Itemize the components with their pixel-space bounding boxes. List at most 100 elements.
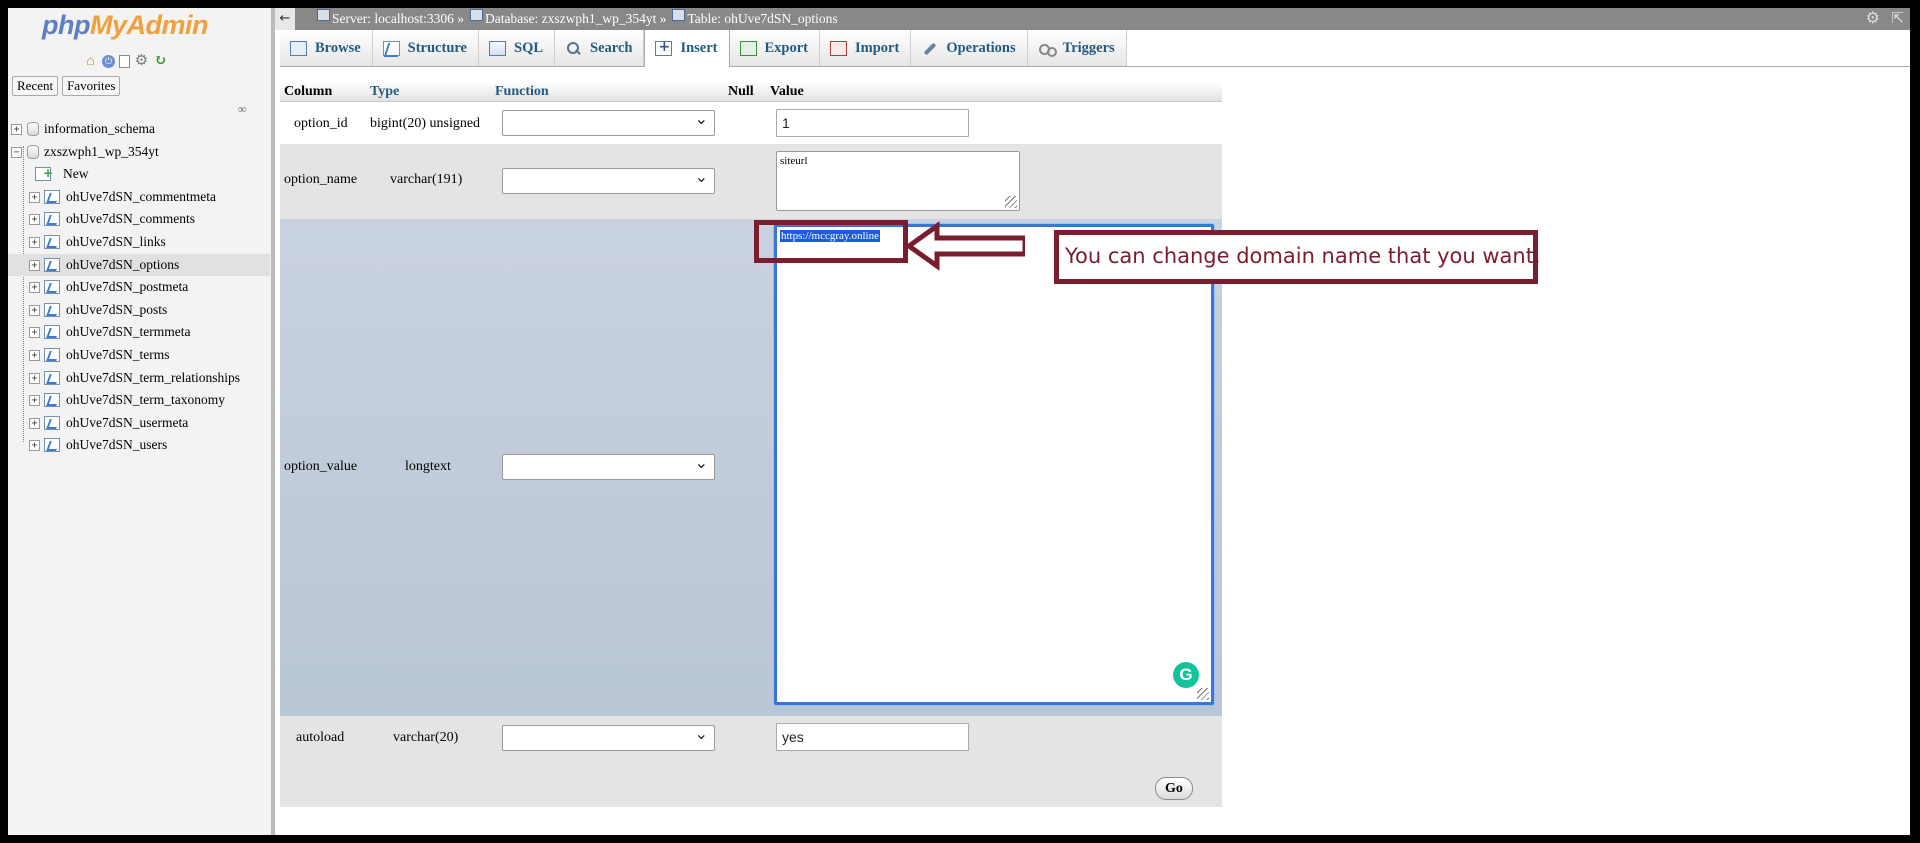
header-type[interactable]: Type — [370, 82, 399, 102]
table-icon — [44, 347, 60, 362]
go-button[interactable]: Go — [1155, 777, 1193, 800]
tab-structure[interactable]: Structure — [372, 30, 479, 66]
tree-new-table[interactable]: New — [8, 162, 270, 186]
value-textarea-option-name[interactable]: siteurl — [776, 151, 1020, 211]
structure-icon — [382, 40, 400, 56]
database-icon — [469, 9, 483, 21]
header-function[interactable]: Function — [495, 82, 549, 102]
tree-table-label[interactable]: ohUve7dSN_term_taxonomy — [66, 389, 225, 411]
home-icon[interactable]: ⌂ — [83, 54, 98, 69]
tree-db-zxszwph1[interactable]: − zxszwph1_wp_354yt — [8, 141, 270, 164]
tree-table[interactable]: + ohUve7dSN_posts — [8, 299, 270, 322]
table-icon — [44, 393, 60, 408]
tree-table[interactable]: + ohUve7dSN_links — [8, 231, 270, 254]
browse-icon — [290, 40, 307, 56]
form-row-option-value: option_value longtext https://mccgray.on… — [280, 219, 1222, 716]
expand-icon[interactable]: + — [29, 236, 40, 248]
value-input-autoload[interactable]: yes — [776, 723, 969, 751]
table-icon — [44, 212, 60, 227]
tree-table[interactable]: + ohUve7dSN_terms — [8, 344, 270, 367]
tree-db-information-schema[interactable]: + information_schema — [8, 118, 270, 141]
resize-handle-icon[interactable] — [1197, 688, 1209, 700]
table-icon — [44, 280, 60, 295]
tree-table[interactable]: + ohUve7dSN_comments — [8, 208, 270, 231]
expand-icon[interactable]: + — [11, 124, 22, 135]
tree-table-label[interactable]: ohUve7dSN_users — [66, 434, 167, 456]
tree-table[interactable]: + ohUve7dSN_commentmeta — [8, 186, 270, 209]
documentation-icon[interactable] — [119, 55, 130, 68]
expand-icon[interactable]: + — [29, 349, 40, 361]
form-row-option-id: option_id bigint(20) unsigned 1 — [280, 103, 1222, 144]
tab-label: Operations — [946, 39, 1016, 56]
favorites-tab[interactable]: Favorites — [62, 76, 121, 96]
expand-icon[interactable]: + — [29, 259, 40, 271]
tab-label: Export — [764, 39, 809, 56]
tree-table[interactable]: + ohUve7dSN_users — [8, 434, 270, 457]
expand-icon[interactable]: + — [29, 417, 40, 429]
tree-table[interactable]: + ohUve7dSN_postmeta — [8, 276, 270, 299]
tree-table[interactable]: + ohUve7dSN_usermeta — [8, 412, 270, 435]
value-textarea-option-value[interactable]: https://mccgray.online G — [774, 224, 1214, 705]
tab-insert[interactable]: Insert — [644, 30, 730, 67]
expand-icon[interactable]: + — [29, 282, 40, 294]
recent-tab[interactable]: Recent — [12, 76, 59, 96]
breadcrumb-database[interactable]: Database: zxszwph1_wp_354yt » — [485, 9, 666, 29]
tree-table-label[interactable]: ohUve7dSN_postmeta — [66, 276, 188, 298]
tree-table-label[interactable]: ohUve7dSN_term_relationships — [66, 367, 240, 389]
tab-import[interactable]: Import — [820, 30, 912, 66]
tab-export[interactable]: Export — [729, 30, 821, 66]
tree-table[interactable]: + ohUve7dSN_term_taxonomy — [8, 389, 270, 412]
tree-table-label[interactable]: ohUve7dSN_usermeta — [66, 412, 188, 434]
breadcrumb-table[interactable]: Table: ohUve7dSN_options — [687, 9, 837, 29]
tree-table-label[interactable]: ohUve7dSN_termmeta — [66, 321, 190, 343]
function-select[interactable] — [502, 109, 715, 136]
expand-icon[interactable]: + — [29, 304, 40, 316]
tree-table-label[interactable]: ohUve7dSN_commentmeta — [66, 186, 216, 208]
grammarly-icon[interactable]: G — [1173, 662, 1199, 688]
reload-icon[interactable]: ↻ — [153, 54, 168, 69]
tree-db-label[interactable]: zxszwph1_wp_354yt — [44, 141, 159, 163]
tree-table-label[interactable]: ohUve7dSN_posts — [66, 299, 167, 321]
function-select[interactable] — [502, 167, 715, 194]
column-type: varchar(191) — [390, 172, 463, 187]
logout-icon[interactable]: ⏻ — [102, 55, 115, 68]
page-settings-gear-icon[interactable]: ⚙ — [1866, 8, 1880, 28]
resize-handle-icon[interactable] — [1005, 196, 1017, 208]
tree-table-label[interactable]: ohUve7dSN_comments — [66, 208, 195, 230]
tab-sql[interactable]: SQL — [479, 30, 556, 66]
breadcrumb-server[interactable]: Server: localhost:3306 » — [332, 9, 464, 29]
tree-table-label[interactable]: ohUve7dSN_terms — [66, 344, 170, 366]
tree-new-label[interactable]: New — [63, 163, 89, 185]
function-select[interactable] — [502, 724, 715, 751]
link-with-main-panel-icon[interactable]: ∞ — [238, 102, 247, 117]
tab-browse[interactable]: Browse — [280, 30, 373, 66]
tab-triggers[interactable]: Triggers — [1027, 30, 1127, 66]
expand-icon[interactable]: + — [29, 191, 40, 203]
expand-icon[interactable]: + — [29, 440, 40, 452]
phpmyadmin-logo[interactable]: phpMyAdmin — [42, 10, 208, 41]
tree-db-label[interactable]: information_schema — [44, 118, 155, 140]
expand-icon[interactable]: + — [29, 395, 40, 407]
collapse-icon[interactable]: − — [11, 146, 22, 158]
collapse-nav-arrow-icon[interactable]: ← — [275, 8, 295, 30]
column-type: longtext — [405, 459, 451, 474]
expand-icon[interactable]: + — [29, 372, 40, 384]
tree-table-active[interactable]: + ohUve7dSN_options — [8, 253, 270, 277]
tab-search[interactable]: Search — [555, 30, 645, 66]
expand-icon[interactable]: + — [29, 327, 40, 339]
tree-table[interactable]: + ohUve7dSN_termmeta — [8, 321, 270, 344]
settings-gear-icon[interactable]: ⚙ — [134, 54, 149, 69]
tree-table[interactable]: + ohUve7dSN_term_relationships — [8, 367, 270, 390]
tab-operations[interactable]: Operations — [911, 30, 1028, 66]
tree-table-label[interactable]: ohUve7dSN_links — [66, 231, 166, 253]
search-icon — [565, 41, 582, 56]
nav-resizer[interactable] — [272, 8, 275, 835]
tree-table-label[interactable]: ohUve7dSN_options — [66, 254, 179, 276]
table-icon — [44, 370, 60, 385]
column-type: varchar(20) — [393, 730, 459, 745]
tab-label: Triggers — [1062, 39, 1115, 56]
collapse-topbar-icon[interactable]: ⇱ — [1891, 8, 1904, 28]
function-select[interactable] — [502, 453, 715, 480]
expand-icon[interactable]: + — [29, 214, 40, 226]
value-input-option-id[interactable]: 1 — [776, 109, 969, 137]
